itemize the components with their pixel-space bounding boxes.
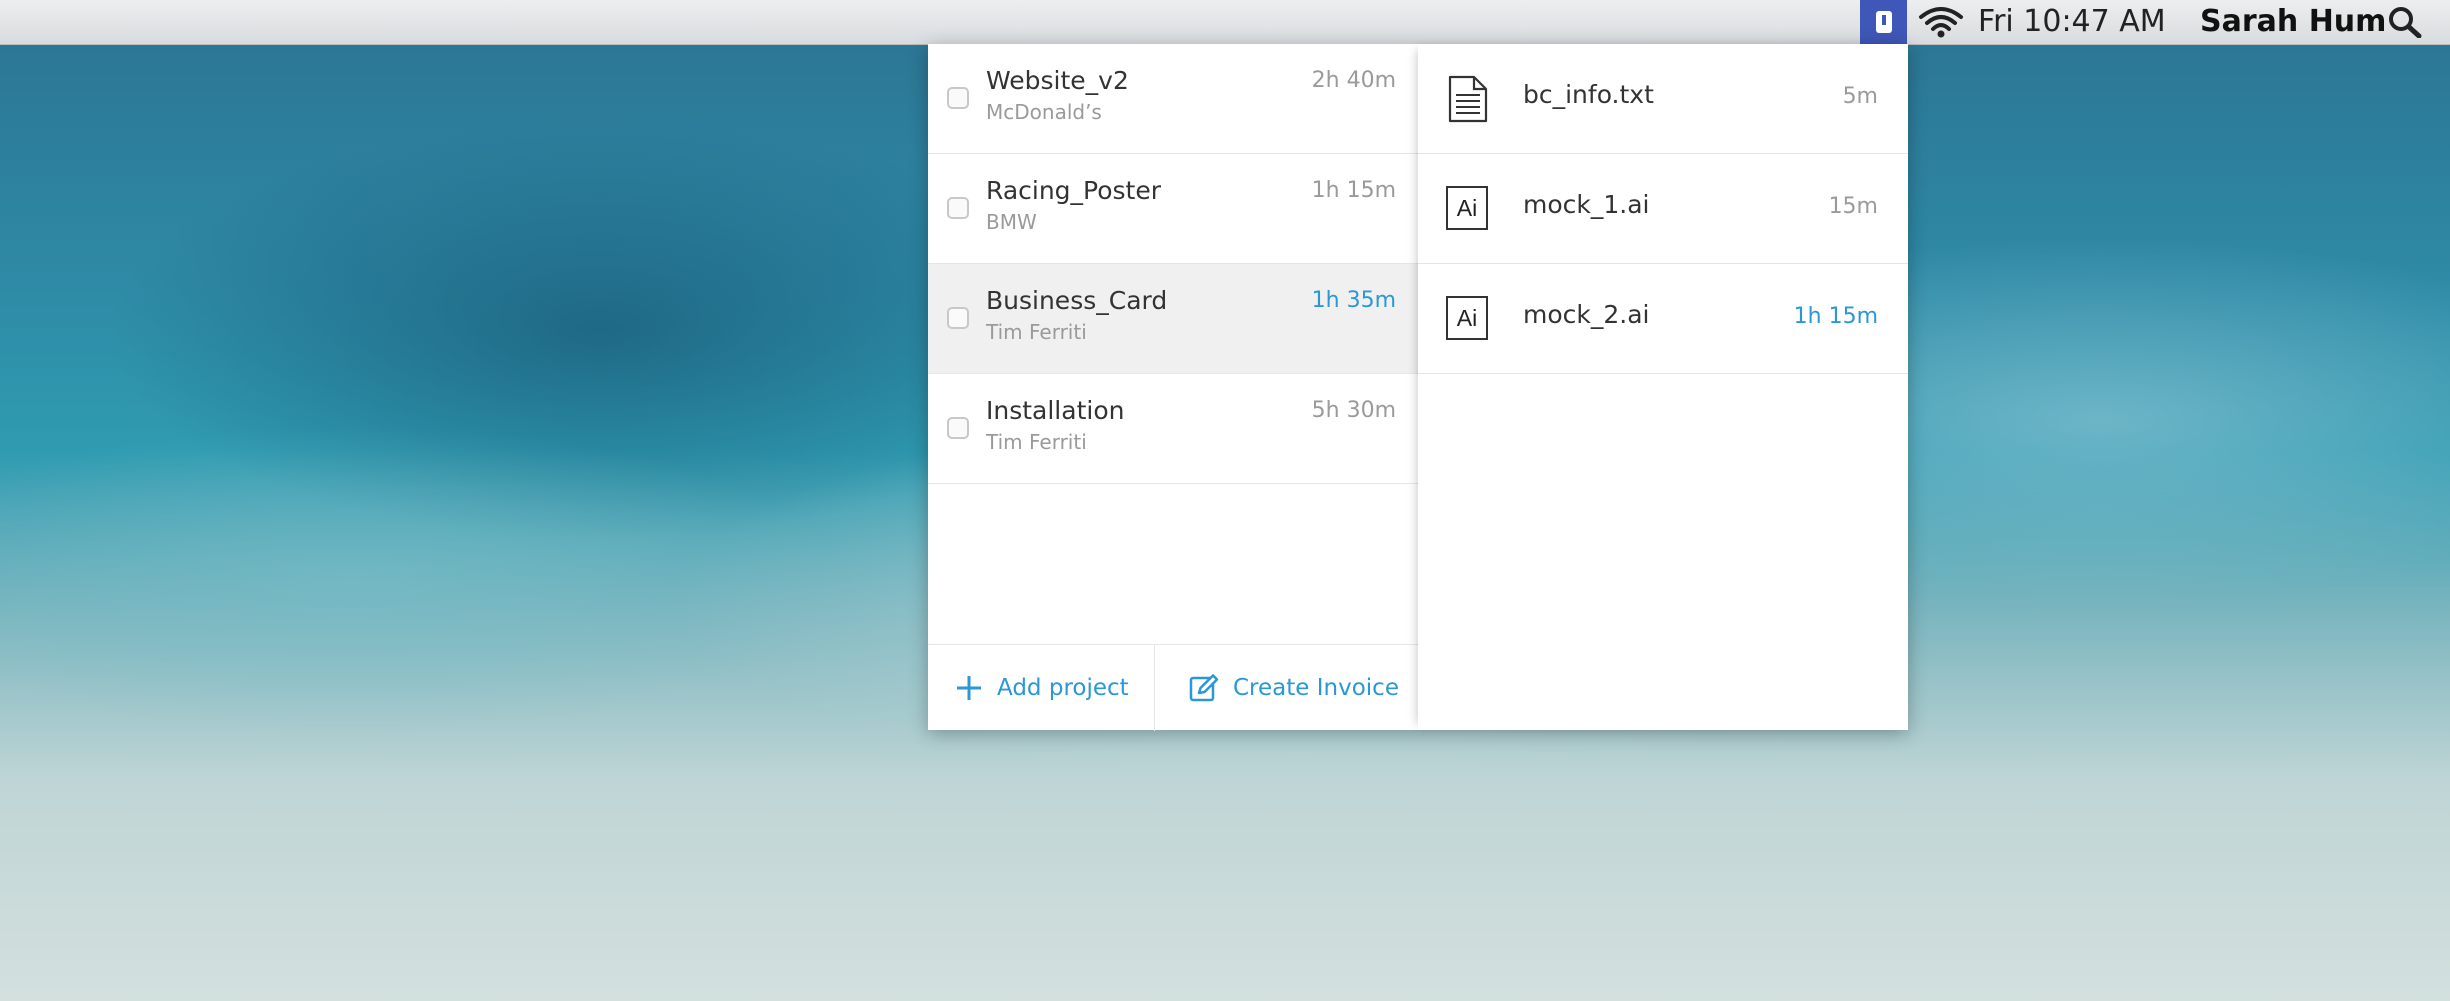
- project-footer: Add project Create Invoice: [928, 644, 1418, 731]
- project-list: Website_v2 McDonald’s 2h 40m Racing_Post…: [928, 44, 1418, 731]
- project-checkbox[interactable]: [947, 417, 969, 439]
- menu-clock[interactable]: Fri 10:47 AM: [1978, 4, 2166, 40]
- menu-bar: Fri 10:47 AM Sarah Hum: [0, 0, 2450, 45]
- file-name: mock_1.ai: [1523, 190, 1650, 219]
- search-icon[interactable]: [2388, 6, 2422, 38]
- file-time: 5m: [1842, 84, 1878, 109]
- file-row[interactable]: Ai mock_1.ai 15m: [1418, 154, 1908, 264]
- file-list: bc_info.txt 5m Ai mock_1.ai 15m Ai mock_…: [1418, 44, 1908, 730]
- file-row[interactable]: bc_info.txt 5m: [1418, 44, 1908, 154]
- create-invoice-label: Create Invoice: [1233, 675, 1399, 701]
- edit-icon: [1189, 674, 1219, 702]
- time-tracker-popover: Website_v2 McDonald’s 2h 40m Racing_Post…: [928, 44, 1908, 731]
- menu-user-name[interactable]: Sarah Hum: [2200, 4, 2386, 40]
- project-checkbox[interactable]: [947, 307, 969, 329]
- project-time: 1h 15m: [1311, 178, 1396, 203]
- plus-icon: [957, 676, 981, 700]
- project-checkbox[interactable]: [947, 197, 969, 219]
- project-client: McDonald’s: [986, 100, 1102, 124]
- project-name: Business_Card: [986, 286, 1168, 315]
- wifi-icon[interactable]: [1918, 5, 1964, 39]
- app-icon: [1875, 11, 1892, 33]
- illustrator-file-icon: Ai: [1446, 186, 1488, 230]
- add-project-button[interactable]: Add project: [928, 645, 1155, 731]
- file-name: bc_info.txt: [1523, 80, 1654, 109]
- file-name: mock_2.ai: [1523, 300, 1650, 329]
- project-name: Installation: [986, 396, 1125, 425]
- project-row[interactable]: Installation Tim Ferriti 5h 30m: [928, 374, 1418, 484]
- file-row[interactable]: Ai mock_2.ai 1h 15m: [1418, 264, 1908, 374]
- project-client: BMW: [986, 210, 1037, 234]
- project-time: 5h 30m: [1311, 398, 1396, 423]
- file-time: 1h 15m: [1793, 304, 1878, 329]
- project-row[interactable]: Racing_Poster BMW 1h 15m: [928, 154, 1418, 264]
- project-checkbox[interactable]: [947, 87, 969, 109]
- project-client: Tim Ferriti: [986, 320, 1087, 344]
- project-row-selected[interactable]: Business_Card Tim Ferriti 1h 35m: [928, 264, 1418, 374]
- add-project-label: Add project: [997, 675, 1129, 701]
- app-menu-icon[interactable]: [1860, 0, 1907, 44]
- illustrator-file-icon: Ai: [1446, 296, 1488, 340]
- project-time: 1h 35m: [1311, 288, 1396, 313]
- file-time: 15m: [1828, 194, 1878, 219]
- project-name: Website_v2: [986, 66, 1129, 95]
- text-file-icon: [1448, 75, 1488, 123]
- project-row[interactable]: Website_v2 McDonald’s 2h 40m: [928, 44, 1418, 154]
- create-invoice-button[interactable]: Create Invoice: [1155, 645, 1418, 731]
- project-name: Racing_Poster: [986, 176, 1162, 205]
- project-time: 2h 40m: [1311, 68, 1396, 93]
- project-client: Tim Ferriti: [986, 430, 1087, 454]
